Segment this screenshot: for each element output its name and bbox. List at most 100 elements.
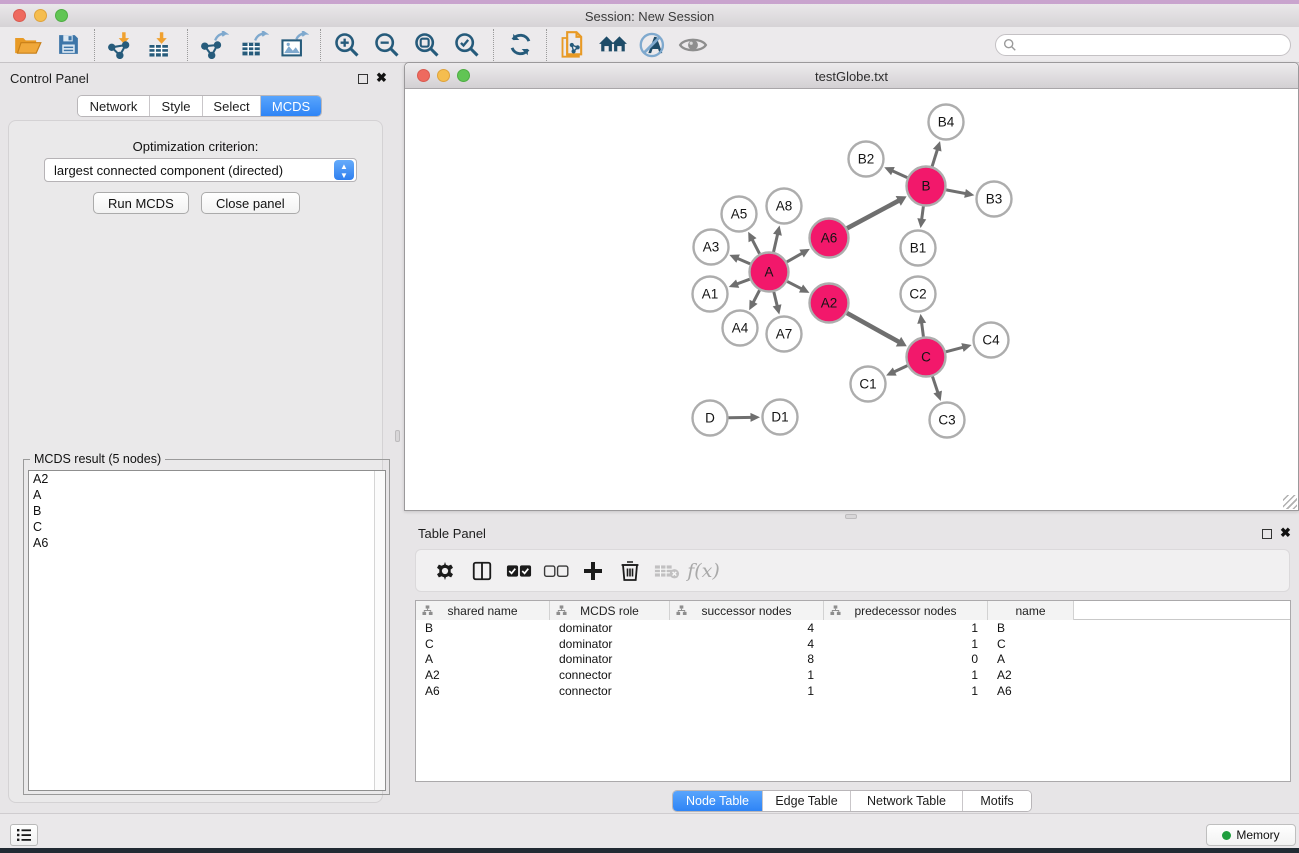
table-row[interactable]: Bdominator41B (416, 620, 1290, 636)
show-columns-button[interactable] (463, 554, 500, 588)
memory-button[interactable]: Memory (1206, 824, 1296, 846)
node-B2[interactable]: B2 (849, 142, 884, 177)
table-row[interactable]: Cdominator41C (416, 636, 1290, 652)
import-table-button[interactable] (141, 29, 181, 61)
float-panel-icon[interactable] (358, 74, 368, 84)
column-header-successor-nodes[interactable]: successor nodes (670, 601, 824, 620)
node-C4[interactable]: C4 (974, 323, 1009, 358)
close-table-panel-icon[interactable]: ✖ (1280, 525, 1291, 541)
task-history-button[interactable] (10, 824, 38, 846)
node-A1[interactable]: A1 (693, 277, 728, 312)
close-panel-icon[interactable]: ✖ (376, 70, 387, 86)
scrollbar-track[interactable] (374, 471, 385, 790)
run-mcds-button[interactable]: Run MCDS (93, 192, 189, 214)
node-C3[interactable]: C3 (930, 403, 965, 438)
zoom-selected-button[interactable] (447, 29, 487, 61)
edge-C-C2[interactable] (921, 321, 923, 336)
node-A4[interactable]: A4 (723, 311, 758, 346)
edge-A-A2[interactable] (787, 281, 803, 289)
tab-style[interactable]: Style (150, 96, 203, 116)
mcds-result-item[interactable]: A (29, 487, 385, 503)
export-table-button[interactable] (234, 29, 274, 61)
network-window-titlebar[interactable]: testGlobe.txt (405, 63, 1298, 89)
table-row[interactable]: A6connector11A6 (416, 683, 1290, 699)
node-D[interactable]: D (693, 401, 728, 436)
mcds-result-item[interactable]: A2 (29, 471, 385, 487)
export-image-button[interactable] (274, 29, 314, 61)
node-D1[interactable]: D1 (763, 400, 798, 435)
edge-A-A1[interactable] (736, 279, 750, 284)
create-column-button[interactable] (574, 554, 611, 588)
table-tab-network-table[interactable]: Network Table (851, 791, 963, 811)
edge-B-B3[interactable] (946, 190, 967, 194)
close-panel-button[interactable]: Close panel (201, 192, 300, 214)
edge-B-B2[interactable] (891, 170, 907, 177)
edge-C-C4[interactable] (946, 347, 965, 352)
edge-A-A7[interactable] (774, 292, 778, 307)
resize-grip[interactable] (1283, 495, 1297, 509)
tab-mcds[interactable]: MCDS (261, 96, 321, 116)
edge-B-B1[interactable] (922, 206, 924, 220)
edge-A-A4[interactable] (753, 290, 760, 303)
mcds-result-item[interactable]: C (29, 519, 385, 535)
zoom-fit-button[interactable] (407, 29, 447, 61)
zoom-out-button[interactable] (367, 29, 407, 61)
column-header-predecessor-nodes[interactable]: predecessor nodes (824, 601, 988, 620)
export-network-button[interactable] (194, 29, 234, 61)
zoom-in-button[interactable] (327, 29, 367, 61)
edge-A-A3[interactable] (736, 258, 750, 264)
apply-layout-button[interactable] (500, 29, 540, 61)
mcds-result-item[interactable]: A6 (29, 535, 385, 551)
node-B1[interactable]: B1 (901, 231, 936, 266)
table-tab-motifs[interactable]: Motifs (963, 791, 1031, 811)
node-A7[interactable]: A7 (767, 317, 802, 352)
node-A2[interactable]: A2 (810, 284, 849, 323)
edge-C-C3[interactable] (932, 376, 938, 393)
import-network-button[interactable] (101, 29, 141, 61)
search-field[interactable] (995, 34, 1291, 56)
node-table[interactable]: shared nameMCDS rolesuccessor nodesprede… (415, 600, 1291, 782)
column-header-shared-name[interactable]: shared name (416, 601, 550, 620)
table-settings-button[interactable] (426, 554, 463, 588)
open-session-button[interactable] (8, 29, 48, 61)
edge-A6-B[interactable] (847, 200, 900, 228)
deselect-all-columns-button[interactable] (537, 554, 574, 588)
node-A6[interactable]: A6 (810, 219, 849, 258)
table-tab-node-table[interactable]: Node Table (673, 791, 763, 811)
node-B3[interactable]: B3 (977, 182, 1012, 217)
select-all-columns-button[interactable] (500, 554, 537, 588)
first-neighbors-button[interactable] (593, 29, 633, 61)
float-table-panel-icon[interactable] (1262, 529, 1272, 539)
node-A5[interactable]: A5 (722, 197, 757, 232)
node-B4[interactable]: B4 (929, 105, 964, 140)
tab-select[interactable]: Select (203, 96, 261, 116)
delete-column-button[interactable] (611, 554, 648, 588)
edge-A-A6[interactable] (787, 253, 803, 262)
node-A3[interactable]: A3 (694, 230, 729, 265)
edge-A2-C[interactable] (847, 313, 900, 343)
table-splitter-handle[interactable] (845, 514, 857, 519)
hide-labels-button[interactable] (633, 29, 673, 61)
node-A8[interactable]: A8 (767, 189, 802, 224)
mcds-result-item[interactable]: B (29, 503, 385, 519)
edge-A-A5[interactable] (752, 238, 760, 253)
node-C[interactable]: C (907, 338, 946, 377)
table-row[interactable]: A2connector11A2 (416, 667, 1290, 683)
graphics-details-button[interactable] (673, 29, 713, 61)
table-tab-edge-table[interactable]: Edge Table (763, 791, 851, 811)
save-session-button[interactable] (48, 29, 88, 61)
column-header-MCDS-role[interactable]: MCDS role (550, 601, 670, 620)
edge-B-B4[interactable] (932, 148, 938, 166)
node-C2[interactable]: C2 (901, 277, 936, 312)
table-row[interactable]: Adominator80A (416, 652, 1290, 668)
node-C1[interactable]: C1 (851, 367, 886, 402)
edge-C-C1[interactable] (893, 366, 907, 373)
column-header-name[interactable]: name (988, 601, 1074, 620)
edge-A-A8[interactable] (774, 233, 778, 252)
node-A[interactable]: A (750, 253, 789, 292)
criterion-select[interactable]: largest connected component (directed) ▲… (44, 158, 357, 182)
search-input[interactable] (1017, 36, 1290, 54)
tab-network[interactable]: Network (78, 96, 150, 116)
network-from-selection-button[interactable] (553, 29, 593, 61)
network-canvas[interactable]: AA1A2A3A4A5A6A7A8BB1B2B3B4CC1C2C3C4DD1 (405, 89, 1298, 510)
